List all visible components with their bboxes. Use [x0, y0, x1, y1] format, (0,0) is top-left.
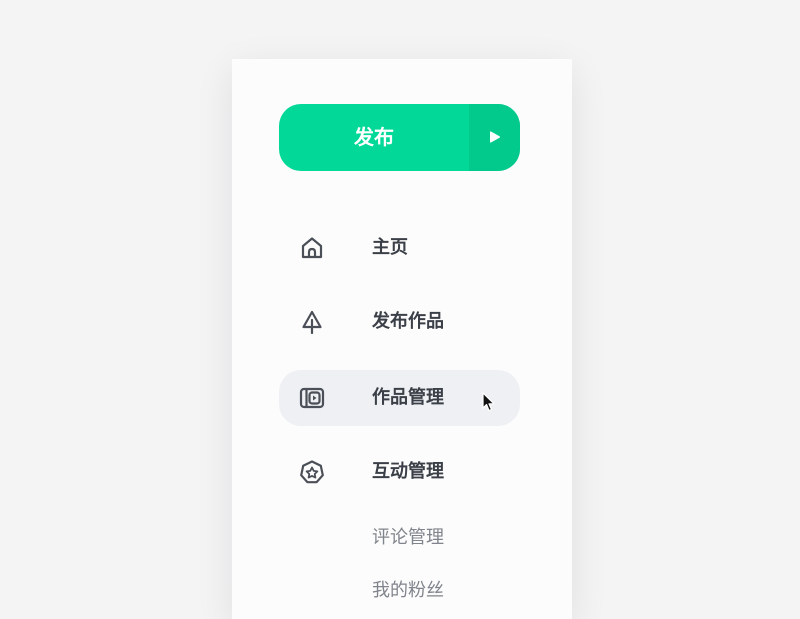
play-icon	[490, 131, 500, 143]
sidebar-item-interaction-management[interactable]: 互动管理	[279, 444, 520, 500]
sidebar-panel: 发布 主页 发布作品 作品管理 互动管理 评论管理 我的粉丝	[232, 59, 572, 619]
mouse-cursor-icon	[482, 392, 495, 412]
sidebar-item-home[interactable]: 主页	[279, 220, 520, 276]
sidebar-subitem-my-fans[interactable]: 我的粉丝	[372, 576, 444, 606]
sidebar-item-label: 作品管理	[372, 387, 444, 408]
sidebar-item-label: 主页	[372, 237, 408, 258]
publish-button-label: 发布	[354, 125, 394, 149]
tree-icon	[302, 310, 322, 335]
sidebar-item-label: 发布作品	[372, 311, 444, 332]
publish-expand-button[interactable]	[469, 104, 520, 171]
publish-button[interactable]: 发布	[279, 104, 520, 171]
sidebar-item-label: 互动管理	[372, 461, 444, 482]
star-badge-icon	[300, 460, 324, 484]
sidebar-subitem-comment-management[interactable]: 评论管理	[372, 523, 444, 553]
home-icon	[301, 237, 323, 259]
video-library-icon	[299, 387, 325, 409]
sidebar-item-publish-work[interactable]: 发布作品	[279, 294, 520, 350]
